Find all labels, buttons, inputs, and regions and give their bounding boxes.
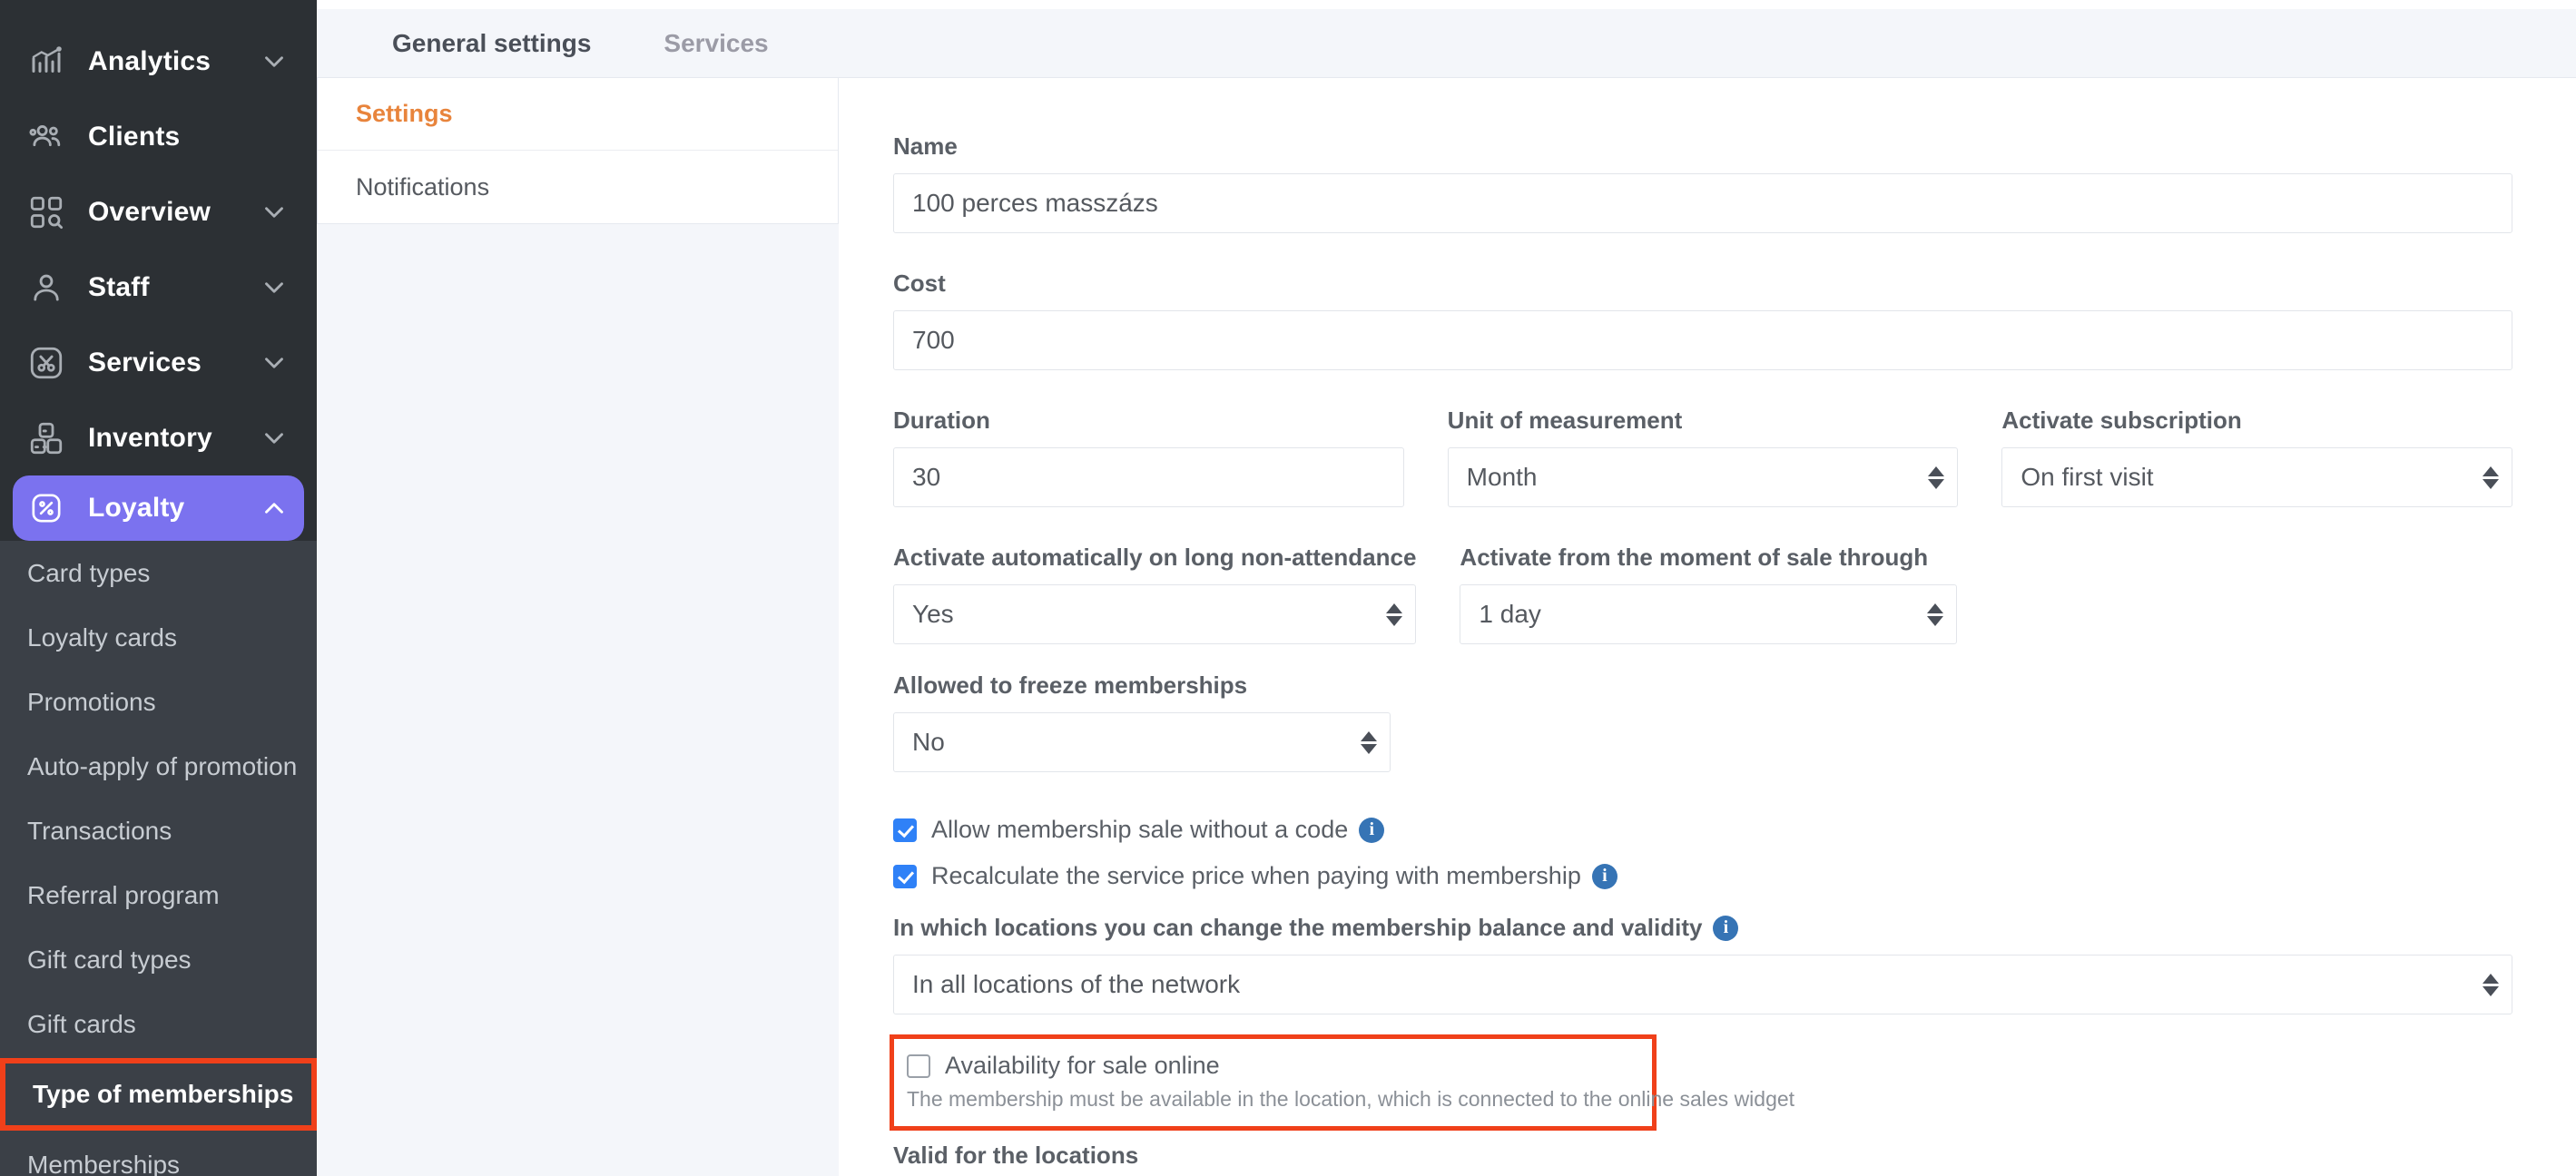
sidebar: Analytics Clients Overview Staff Service…: [0, 0, 317, 1176]
checkbox-availability-for-sale-online[interactable]: Availability for sale online: [907, 1052, 1639, 1080]
top-white-strip: [317, 0, 2576, 9]
sidebar-item-clients[interactable]: Clients: [0, 99, 317, 174]
field-cost: Cost: [893, 270, 2512, 370]
sidebar-item-label: Clients: [88, 121, 181, 152]
checkbox-label: Recalculate the service price when payin…: [931, 862, 1581, 889]
field-unit-of-measurement: Unit of measurement Month: [1447, 407, 1959, 507]
activate-subscription-select[interactable]: On first visit: [2001, 447, 2513, 507]
field-activate-non-attendance: Activate automatically on long non-atten…: [893, 544, 1417, 644]
checkbox-recalculate-price[interactable]: Recalculate the service price when payin…: [893, 862, 2512, 890]
sidebar-item-transactions[interactable]: Transactions: [0, 799, 317, 863]
field-duration-label: Duration: [893, 407, 990, 434]
tab-bar: General settings Services: [317, 9, 2576, 78]
unit-of-measurement-select[interactable]: Month: [1447, 447, 1959, 507]
sidebar-item-label: Loyalty: [88, 493, 185, 523]
chevron-down-icon[interactable]: [259, 348, 290, 378]
sidebar-item-memberships[interactable]: Memberships: [0, 1132, 317, 1176]
sidebar-top-strip: [0, 0, 317, 7]
subpanel-item-settings[interactable]: Settings: [318, 78, 838, 151]
chevron-up-icon[interactable]: [259, 493, 290, 524]
allowed-freeze-select[interactable]: No: [893, 712, 1391, 772]
services-icon: [27, 344, 65, 382]
sidebar-item-gift-card-types[interactable]: Gift card types: [0, 927, 317, 992]
field-activate-from-sale-label: Activate from the moment of sale through: [1460, 544, 1929, 571]
main-content: General settings Services Settings Notif…: [317, 0, 2576, 1176]
field-name: Name: [893, 132, 2512, 233]
duration-input[interactable]: [893, 447, 1404, 507]
change-balance-locations-select[interactable]: In all locations of the network: [893, 955, 2512, 1014]
field-non-attendance-label: Activate automatically on long non-atten…: [893, 544, 1417, 571]
analytics-icon: [27, 43, 65, 81]
name-input[interactable]: [893, 173, 2512, 233]
field-allowed-freeze: Allowed to freeze memberships No: [893, 671, 1391, 772]
sidebar-item-analytics[interactable]: Analytics: [0, 24, 317, 99]
valid-locations-heading: Valid for the locations: [893, 1142, 1139, 1169]
field-unit-label: Unit of measurement: [1447, 407, 1683, 434]
info-icon[interactable]: i: [1359, 817, 1385, 843]
field-change-balance-label-row: In which locations you can change the me…: [893, 914, 2512, 942]
sidebar-item-gift-cards[interactable]: Gift cards: [0, 992, 317, 1056]
settings-subnav-panel: Settings Notifications: [317, 78, 839, 224]
sidebar-item-staff[interactable]: Staff: [0, 250, 317, 325]
field-duration: Duration: [893, 407, 1404, 507]
sidebar-item-promotions[interactable]: Promotions: [0, 670, 317, 734]
sidebar-item-label: Overview: [88, 196, 211, 227]
checkbox-box[interactable]: [907, 1054, 930, 1078]
checkbox-label: Availability for sale online: [945, 1052, 1220, 1079]
checkbox-label: Allow membership sale without a code: [931, 816, 1349, 843]
tab-general-settings[interactable]: General settings: [392, 29, 591, 58]
activate-from-sale-select[interactable]: 1 day: [1460, 584, 1958, 644]
row-freeze: Allowed to freeze memberships No: [893, 671, 2512, 772]
field-change-balance-label: In which locations you can change the me…: [893, 914, 1703, 941]
sidebar-item-card-types[interactable]: Card types: [0, 541, 317, 605]
sidebar-nav: Analytics Clients Overview Staff Service…: [0, 7, 317, 541]
chevron-down-icon[interactable]: [259, 197, 290, 228]
tab-services[interactable]: Services: [664, 29, 768, 58]
sidebar-item-loyalty-cards[interactable]: Loyalty cards: [0, 605, 317, 670]
sidebar-item-referral-program[interactable]: Referral program: [0, 863, 317, 927]
clients-icon: [27, 118, 65, 156]
sidebar-item-label: Analytics: [88, 45, 211, 76]
sidebar-item-type-of-memberships[interactable]: Type of memberships: [0, 1058, 317, 1131]
content-row: Settings Notifications Name Cost Duratio…: [317, 78, 2576, 1176]
sidebar-item-label: Services: [88, 347, 202, 377]
field-activate-subscription: Activate subscription On first visit: [2001, 407, 2513, 507]
row-activation-options: Activate automatically on long non-atten…: [893, 544, 2512, 644]
info-icon[interactable]: i: [1591, 863, 1617, 889]
sidebar-item-overview[interactable]: Overview: [0, 174, 317, 250]
availability-online-highlight: Availability for sale online The members…: [890, 1034, 1795, 1131]
availability-online-hint: The membership must be available in the …: [907, 1087, 1795, 1111]
loyalty-icon: [27, 489, 65, 527]
checkbox-box[interactable]: [893, 864, 917, 888]
overview-icon: [27, 193, 65, 231]
membership-form: Name Cost Duration Unit of measurement M…: [839, 78, 2576, 1176]
field-activate-subscription-label: Activate subscription: [2001, 407, 2242, 434]
field-cost-label: Cost: [893, 270, 946, 297]
sidebar-item-services[interactable]: Services: [0, 325, 317, 400]
inventory-icon: [27, 419, 65, 457]
info-icon[interactable]: i: [1713, 915, 1739, 941]
activate-non-attendance-select[interactable]: Yes: [893, 584, 1417, 644]
chevron-down-icon[interactable]: [259, 272, 290, 303]
checkbox-allow-sale-without-code[interactable]: Allow membership sale without a code i: [893, 816, 2512, 844]
field-allowed-freeze-label: Allowed to freeze memberships: [893, 671, 1248, 699]
sidebar-item-inventory[interactable]: Inventory: [0, 400, 317, 475]
sidebar-item-auto-apply[interactable]: Auto-apply of promotion: [0, 734, 317, 799]
chevron-down-icon[interactable]: [259, 46, 290, 77]
cost-input[interactable]: [893, 310, 2512, 370]
sidebar-subnav-loyalty: Card types Loyalty cards Promotions Auto…: [0, 541, 317, 1176]
chevron-down-icon[interactable]: [259, 423, 290, 454]
sidebar-item-loyalty[interactable]: Loyalty: [13, 475, 304, 541]
field-change-balance-locations: In which locations you can change the me…: [893, 914, 2512, 1014]
subpanel-item-notifications[interactable]: Notifications: [318, 151, 838, 223]
sidebar-item-label: Staff: [88, 271, 150, 302]
row-duration-unit-subscription: Duration Unit of measurement Month Activ…: [893, 407, 2513, 507]
staff-icon: [27, 269, 65, 307]
field-name-label: Name: [893, 132, 958, 160]
checkbox-box[interactable]: [893, 818, 917, 842]
field-activate-from-sale: Activate from the moment of sale through…: [1460, 544, 1958, 644]
sidebar-item-label: Inventory: [88, 422, 212, 453]
